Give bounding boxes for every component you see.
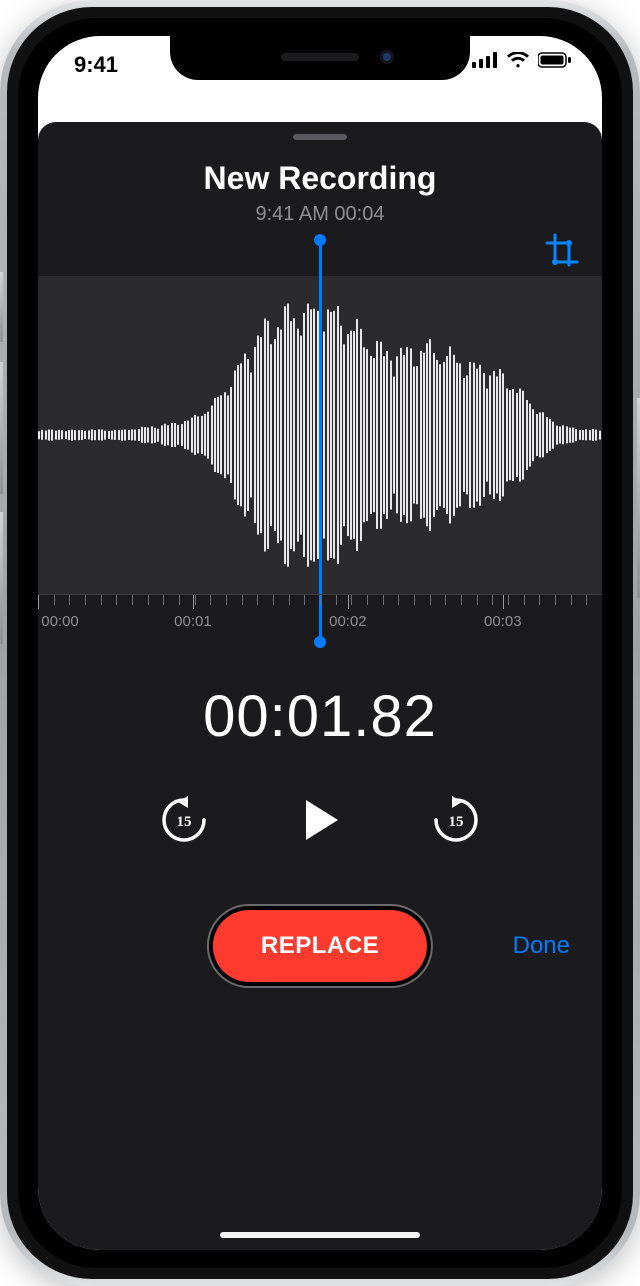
recording-title[interactable]: New Recording xyxy=(38,160,602,197)
waveform-area[interactable]: 00:00 00:01 00:02 00:03 xyxy=(38,276,602,641)
skip-forward-15-button[interactable]: 15 xyxy=(430,794,482,846)
phone-screen: 9:41 New Recording 9:41 AM 00:04 xyxy=(38,36,602,1250)
time-ruler[interactable]: 00:00 00:01 00:02 00:03 xyxy=(38,594,602,641)
ruler-label: 00:02 xyxy=(329,613,367,630)
playhead[interactable] xyxy=(319,240,322,642)
svg-text:15: 15 xyxy=(177,814,192,830)
svg-text:15: 15 xyxy=(449,814,464,830)
sheet-grabber[interactable] xyxy=(293,134,347,140)
cellular-icon xyxy=(472,52,498,68)
play-button[interactable] xyxy=(292,792,348,848)
recording-subtitle: 9:41 AM 00:04 xyxy=(38,203,602,226)
notch xyxy=(170,36,470,80)
ruler-label: 00:03 xyxy=(484,613,522,630)
recording-editor-sheet: New Recording 9:41 AM 00:04 xyxy=(38,122,602,1250)
wifi-icon xyxy=(506,52,530,68)
skip-back-15-button[interactable]: 15 xyxy=(158,794,210,846)
home-indicator[interactable] xyxy=(220,1232,420,1238)
statusbar-time: 9:41 xyxy=(68,52,118,78)
trim-button[interactable] xyxy=(544,232,580,268)
replace-button[interactable]: REPLACE xyxy=(213,910,427,982)
ruler-label: 00:00 xyxy=(41,613,79,630)
done-button[interactable]: Done xyxy=(513,932,570,960)
battery-icon xyxy=(538,52,572,68)
current-time: 00:01.82 xyxy=(38,683,602,750)
ruler-label: 00:01 xyxy=(174,613,212,630)
